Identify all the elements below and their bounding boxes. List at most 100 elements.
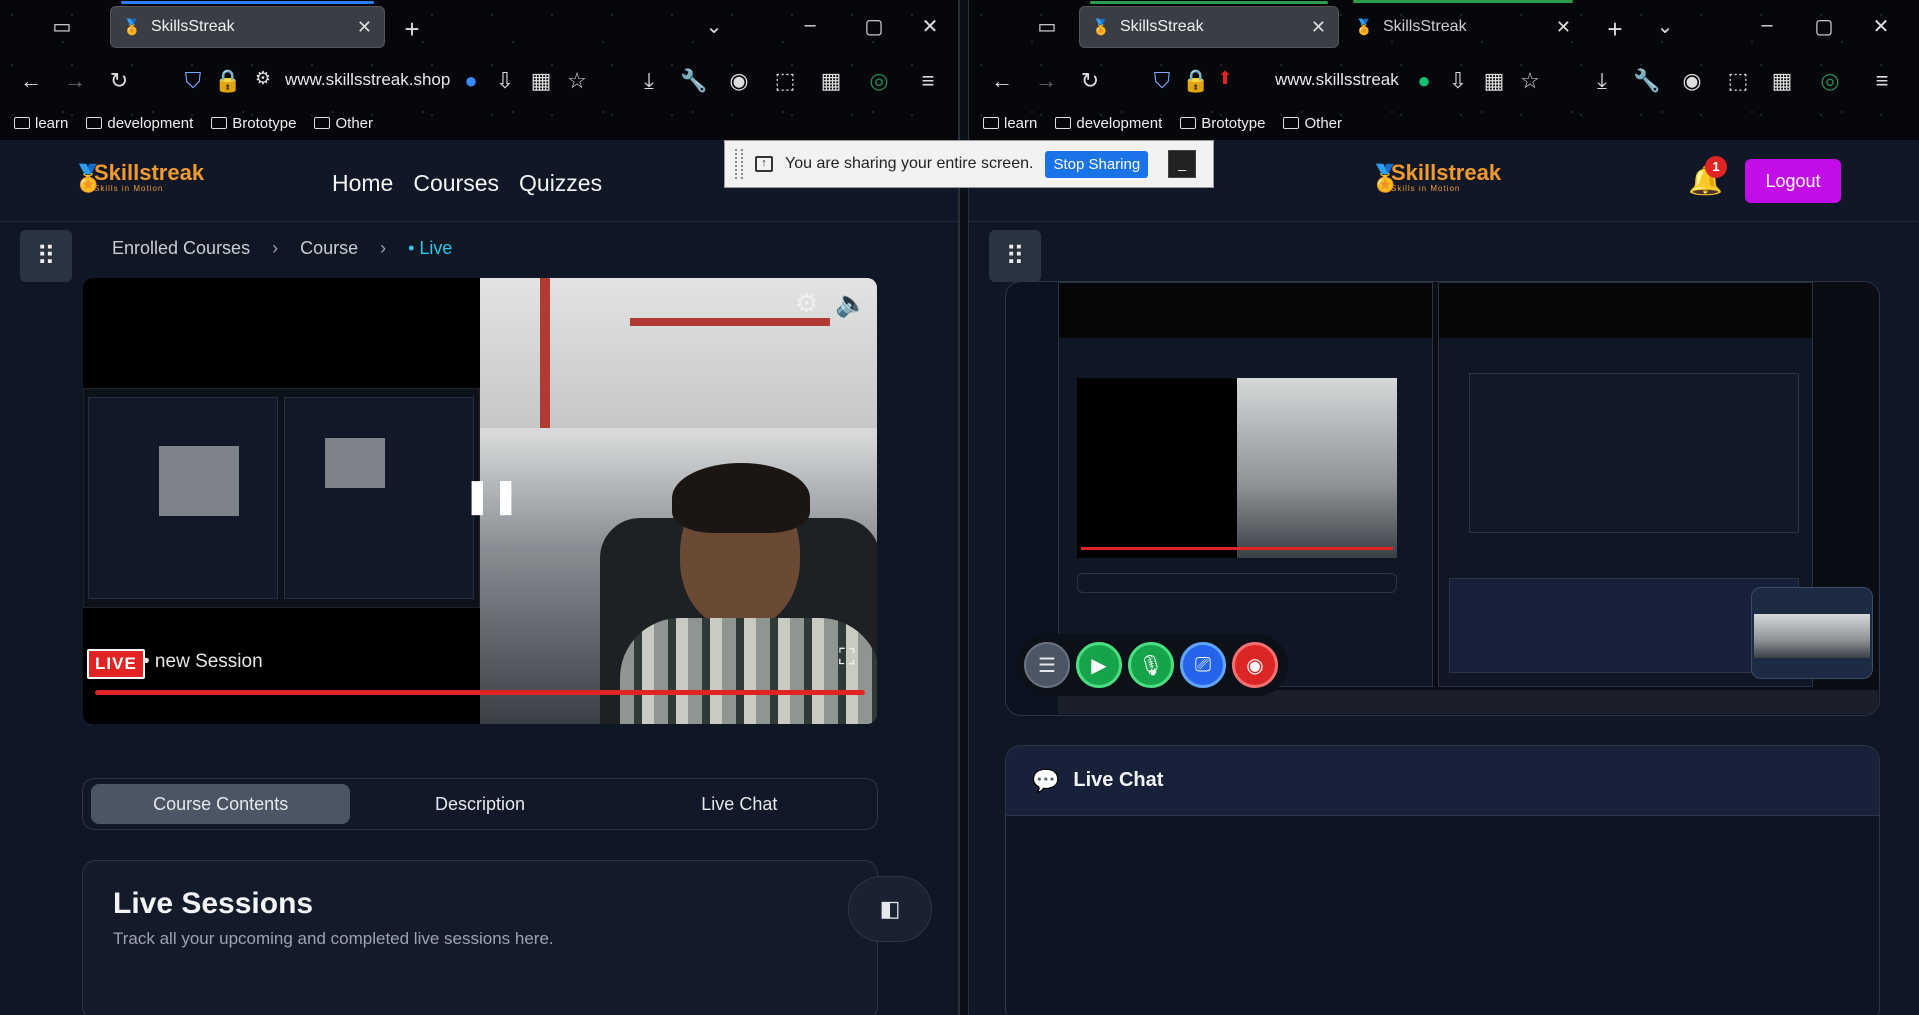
- forward-icon[interactable]: →: [62, 68, 88, 94]
- lock-icon[interactable]: 🔒: [214, 68, 241, 94]
- screen-share-button[interactable]: ⎚: [1180, 642, 1226, 688]
- shield-icon[interactable]: ⛉: [180, 68, 206, 94]
- pause-icon[interactable]: ❚❚: [463, 476, 520, 520]
- wrench-icon[interactable]: 🔧: [1633, 68, 1660, 94]
- crumb-course[interactable]: Course: [300, 238, 358, 259]
- live-badge: LIVE: [87, 649, 145, 679]
- account-icon[interactable]: ◉: [1679, 68, 1705, 94]
- download-icon[interactable]: ⤓: [636, 68, 662, 94]
- maximize-icon[interactable]: ▢: [1812, 14, 1836, 39]
- tab-description[interactable]: Description: [350, 784, 609, 824]
- forward-icon[interactable]: →: [1033, 68, 1059, 94]
- bookmark-development[interactable]: development: [1055, 115, 1162, 132]
- bookmark-other[interactable]: Other: [314, 115, 373, 132]
- lock-icon[interactable]: 🔒: [1182, 68, 1209, 94]
- star-icon[interactable]: ☆: [1517, 68, 1543, 94]
- apps-grid-button[interactable]: ⠿: [989, 230, 1041, 282]
- url-text[interactable]: www.skillsstreak.shop: [285, 70, 450, 90]
- nav-home[interactable]: Home: [332, 170, 393, 197]
- close-window-icon[interactable]: ✕: [1869, 14, 1893, 39]
- chevron-down-icon[interactable]: ⌄: [702, 14, 726, 39]
- screen-share-icon: ⎚: [1195, 653, 1211, 676]
- vpn-icon[interactable]: ◎: [1817, 68, 1843, 94]
- chat-icon: 💬: [1032, 767, 1060, 793]
- video-player[interactable]: ⚙ 🔈 ❚❚ LIVE • new Session ⛶: [83, 278, 877, 724]
- minimize-icon[interactable]: –: [1755, 14, 1779, 37]
- crumb-enrolled-courses[interactable]: Enrolled Courses: [112, 238, 250, 259]
- tab-skillsstreak[interactable]: 🏅 SkillsStreak ✕: [1079, 1, 1339, 48]
- hide-bar-button[interactable]: _: [1168, 150, 1197, 178]
- apps-icon[interactable]: ▦: [528, 68, 554, 94]
- shield-icon[interactable]: ⛉: [1149, 68, 1175, 94]
- bookmark-brototype[interactable]: Brototype: [211, 115, 296, 132]
- chevron-down-icon[interactable]: ⌄: [1653, 14, 1677, 39]
- nav-quizzes[interactable]: Quizzes: [519, 170, 602, 197]
- maximize-icon[interactable]: ▢: [862, 14, 886, 39]
- profile-dot-icon[interactable]: ●: [1411, 68, 1437, 94]
- bookmark-brototype[interactable]: Brototype: [1180, 115, 1265, 132]
- bookmark-learn[interactable]: learn: [14, 115, 68, 132]
- menu-icon[interactable]: ≡: [915, 68, 941, 94]
- site-logo[interactable]: 🏅 Skillstreak Skills in Motion: [72, 160, 205, 194]
- camera-toggle-button[interactable]: ▶: [1076, 642, 1122, 688]
- bookmark-label: Brototype: [1201, 114, 1266, 132]
- person-hair: [672, 463, 810, 533]
- bookmark-learn[interactable]: learn: [983, 115, 1037, 132]
- nav-courses[interactable]: Courses: [413, 170, 499, 197]
- apps-grid-button[interactable]: ⠿: [20, 230, 72, 282]
- grid-icon[interactable]: ▦: [1769, 68, 1795, 94]
- extensions-icon[interactable]: ⬚: [1725, 68, 1751, 94]
- install-icon[interactable]: ⇩: [1445, 68, 1471, 94]
- tab-list-icon[interactable]: ▭: [50, 14, 74, 39]
- mic-toggle-button[interactable]: 🎙: [1128, 642, 1174, 688]
- drag-handle[interactable]: [735, 149, 743, 179]
- reload-icon[interactable]: ↻: [1077, 68, 1103, 94]
- profile-dot-icon[interactable]: ●: [458, 68, 484, 94]
- screen-share-indicator-icon[interactable]: ⬆: [1212, 68, 1238, 89]
- back-icon[interactable]: ←: [989, 68, 1015, 94]
- vpn-icon[interactable]: ◎: [866, 68, 892, 94]
- menu-icon[interactable]: ≡: [1869, 68, 1895, 94]
- close-tab-icon[interactable]: ✕: [1311, 17, 1326, 38]
- minimize-icon[interactable]: –: [798, 14, 822, 37]
- close-tab-icon[interactable]: ✕: [357, 17, 372, 38]
- bookmark-other[interactable]: Other: [1283, 115, 1342, 132]
- mini-window: [88, 397, 278, 599]
- settings-icon[interactable]: ⚙: [795, 288, 818, 319]
- tab-skillsstreak-2[interactable]: 🏅 SkillsStreak ✕: [1343, 0, 1583, 48]
- camera-pip[interactable]: [1751, 587, 1873, 679]
- back-icon[interactable]: ←: [18, 68, 44, 94]
- logout-button[interactable]: Logout: [1745, 159, 1841, 203]
- fullscreen-icon[interactable]: ⛶: [839, 644, 854, 670]
- install-icon[interactable]: ⇩: [492, 68, 518, 94]
- star-icon[interactable]: ☆: [564, 68, 590, 94]
- extensions-icon[interactable]: ⬚: [772, 68, 798, 94]
- tab-list-icon[interactable]: ▭: [1035, 14, 1059, 39]
- close-tab-icon[interactable]: ✕: [1556, 17, 1571, 38]
- bookmark-development[interactable]: development: [86, 115, 193, 132]
- url-text[interactable]: www.skillsstreak: [1275, 70, 1399, 90]
- close-window-icon[interactable]: ✕: [918, 14, 942, 39]
- browser-chrome: ▭ 🏅 SkillsStreak ✕ + ⌄ – ▢ ✕ ← → ↻ ⛉ 🔒 ⚙…: [0, 0, 958, 140]
- account-icon[interactable]: ◉: [726, 68, 752, 94]
- download-icon[interactable]: ⤓: [1589, 68, 1615, 94]
- stop-sharing-button[interactable]: Stop Sharing: [1045, 150, 1149, 178]
- apps-icon[interactable]: ▦: [1481, 68, 1507, 94]
- wrench-icon[interactable]: 🔧: [680, 68, 707, 94]
- tab-skillsstreak[interactable]: 🏅 SkillsStreak ✕: [110, 1, 385, 48]
- tab-course-contents[interactable]: Course Contents: [91, 784, 351, 824]
- site-logo[interactable]: 🏅 Skillstreak Skills in Motion: [1369, 162, 1501, 194]
- logo-name: Skillstreak: [94, 160, 205, 185]
- new-tab-button[interactable]: +: [400, 14, 424, 45]
- end-stream-button[interactable]: ◉: [1232, 642, 1278, 688]
- site-settings-icon[interactable]: ⚙: [250, 68, 276, 89]
- call-settings-button[interactable]: ☰: [1024, 642, 1070, 688]
- volume-icon[interactable]: 🔈: [835, 288, 867, 319]
- bookmark-label: learn: [35, 114, 69, 132]
- reload-icon[interactable]: ↻: [106, 68, 132, 94]
- sidebar-toggle-button[interactable]: ◧: [848, 876, 932, 942]
- grid-icon[interactable]: ▦: [818, 68, 844, 94]
- tab-live-chat[interactable]: Live Chat: [610, 784, 869, 824]
- progress-bar[interactable]: [95, 690, 865, 695]
- new-tab-button[interactable]: +: [1603, 14, 1627, 45]
